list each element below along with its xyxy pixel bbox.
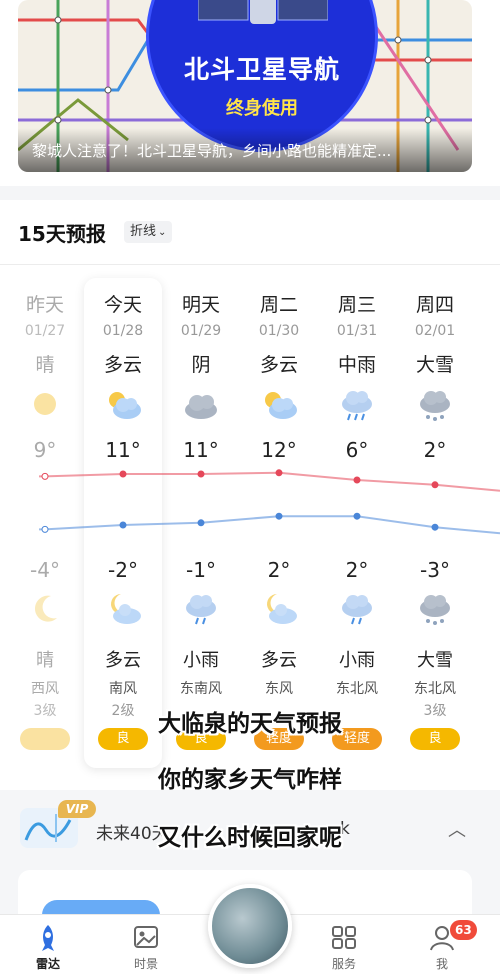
day-name: 周二 [259,294,298,316]
night-condition: 晴 [36,650,54,671]
wind-direction: 西风 [31,681,59,697]
high-temp-point [119,470,127,478]
banner-caption: 黎城人注意了！北斗卫星导航，乡间小路也能精准定... [18,128,472,172]
tab-label: 雷达 [35,957,60,971]
low-temp-point [431,523,439,531]
notification-badge: 63 [450,920,477,940]
photo-icon [134,926,158,948]
heavy-snow-icon [420,391,450,421]
day-name: 昨天 [25,294,64,316]
day-date: 01/31 [336,323,378,339]
day-condition: 多云 [103,354,142,376]
wind-direction: 东北风 [336,681,378,697]
day-date: 01/30 [258,323,300,339]
tab-scenes[interactable]: 时景 [116,923,176,974]
promo-banner[interactable]: 北斗卫星导航 终身使用 黎城人注意了！北斗卫星导航，乡间小路也能精准定... [18,0,472,172]
video-subtitle-3: 又什么时候回家呢 [158,825,342,851]
heavy-snow-icon [420,595,450,625]
satellite-icon [198,0,328,24]
video-subtitle-2: 你的家乡天气咋样 [158,767,342,793]
chart-mode-select[interactable]: 折线 ⌄ [124,221,173,243]
low-temp-line [39,515,500,535]
day-name: 周三 [337,294,376,316]
center-scene-button[interactable] [208,884,292,968]
partly-cloudy-icon [109,392,141,419]
day-condition: 大雪 [415,354,454,376]
night-condition: 小雨 [339,650,375,671]
night-condition: 多云 [105,650,141,671]
grid-icon [332,926,356,949]
tab-label: 我 [435,957,448,971]
low-temp-point [41,525,49,533]
tab-label: 服务 [331,957,356,971]
high-temp-point [197,470,205,478]
day-condition: 中雨 [337,354,376,376]
moderate-rain-icon [342,391,372,421]
day-name: 周四 [415,294,454,316]
high-temp-point [275,469,283,477]
forecast-title: 15天预报 [18,222,106,246]
night-condition: 小雨 [183,650,219,671]
high-temp-point [431,481,439,489]
chart-mode-label: 折线 [130,224,157,239]
day-name: 今天 [103,294,142,316]
night-condition: 大雪 [417,650,453,671]
day-date: 01/29 [180,323,222,339]
wind-direction: 东风 [265,681,293,697]
wind-direction: 东南风 [180,681,222,697]
divider [0,264,500,265]
day-date: 01/28 [102,323,144,339]
temperature-curves [39,469,500,535]
wind-direction: 东北风 [414,681,456,697]
day-condition: 晴 [35,354,55,376]
overcast-icon [185,395,217,419]
day-date: 02/01 [414,323,456,339]
promo-title: 北斗卫星导航 [183,55,340,84]
high-temp-point [41,472,49,480]
tab-label: 时景 [133,957,158,971]
video-subtitle-1: 大临泉的天气预报 [158,711,342,737]
low-temp-point [353,512,361,520]
low-temp-point [119,521,127,529]
light-rain-icon [342,595,372,625]
high-temp-line [39,471,500,492]
day-condition: 多云 [259,354,298,376]
chevron-down-icon: ⌄ [158,227,167,238]
day-condition: 阴 [191,354,211,376]
tab-services[interactable]: 服务 [314,923,374,974]
night-condition: 多云 [261,650,297,671]
high-temp-point [353,476,361,484]
light-rain-icon [186,595,216,625]
wind-direction: 南风 [109,681,137,697]
moon-icon [34,595,57,622]
promo-subtitle: 终身使用 [226,98,298,119]
low-temp-point [197,519,205,527]
day-date: 01/27 [24,323,66,339]
section-separator [0,186,500,200]
moon-cloudy-icon [111,594,141,624]
partly-cloudy-icon [265,392,297,419]
vip-badge: VIP [58,800,96,818]
moon-cloudy-icon [267,594,297,624]
day-name: 明天 [181,294,220,316]
rocket-icon [42,925,54,951]
sun-icon [34,393,56,415]
low-temp-point [275,512,283,520]
tab-radar[interactable]: 雷达 [18,923,78,974]
